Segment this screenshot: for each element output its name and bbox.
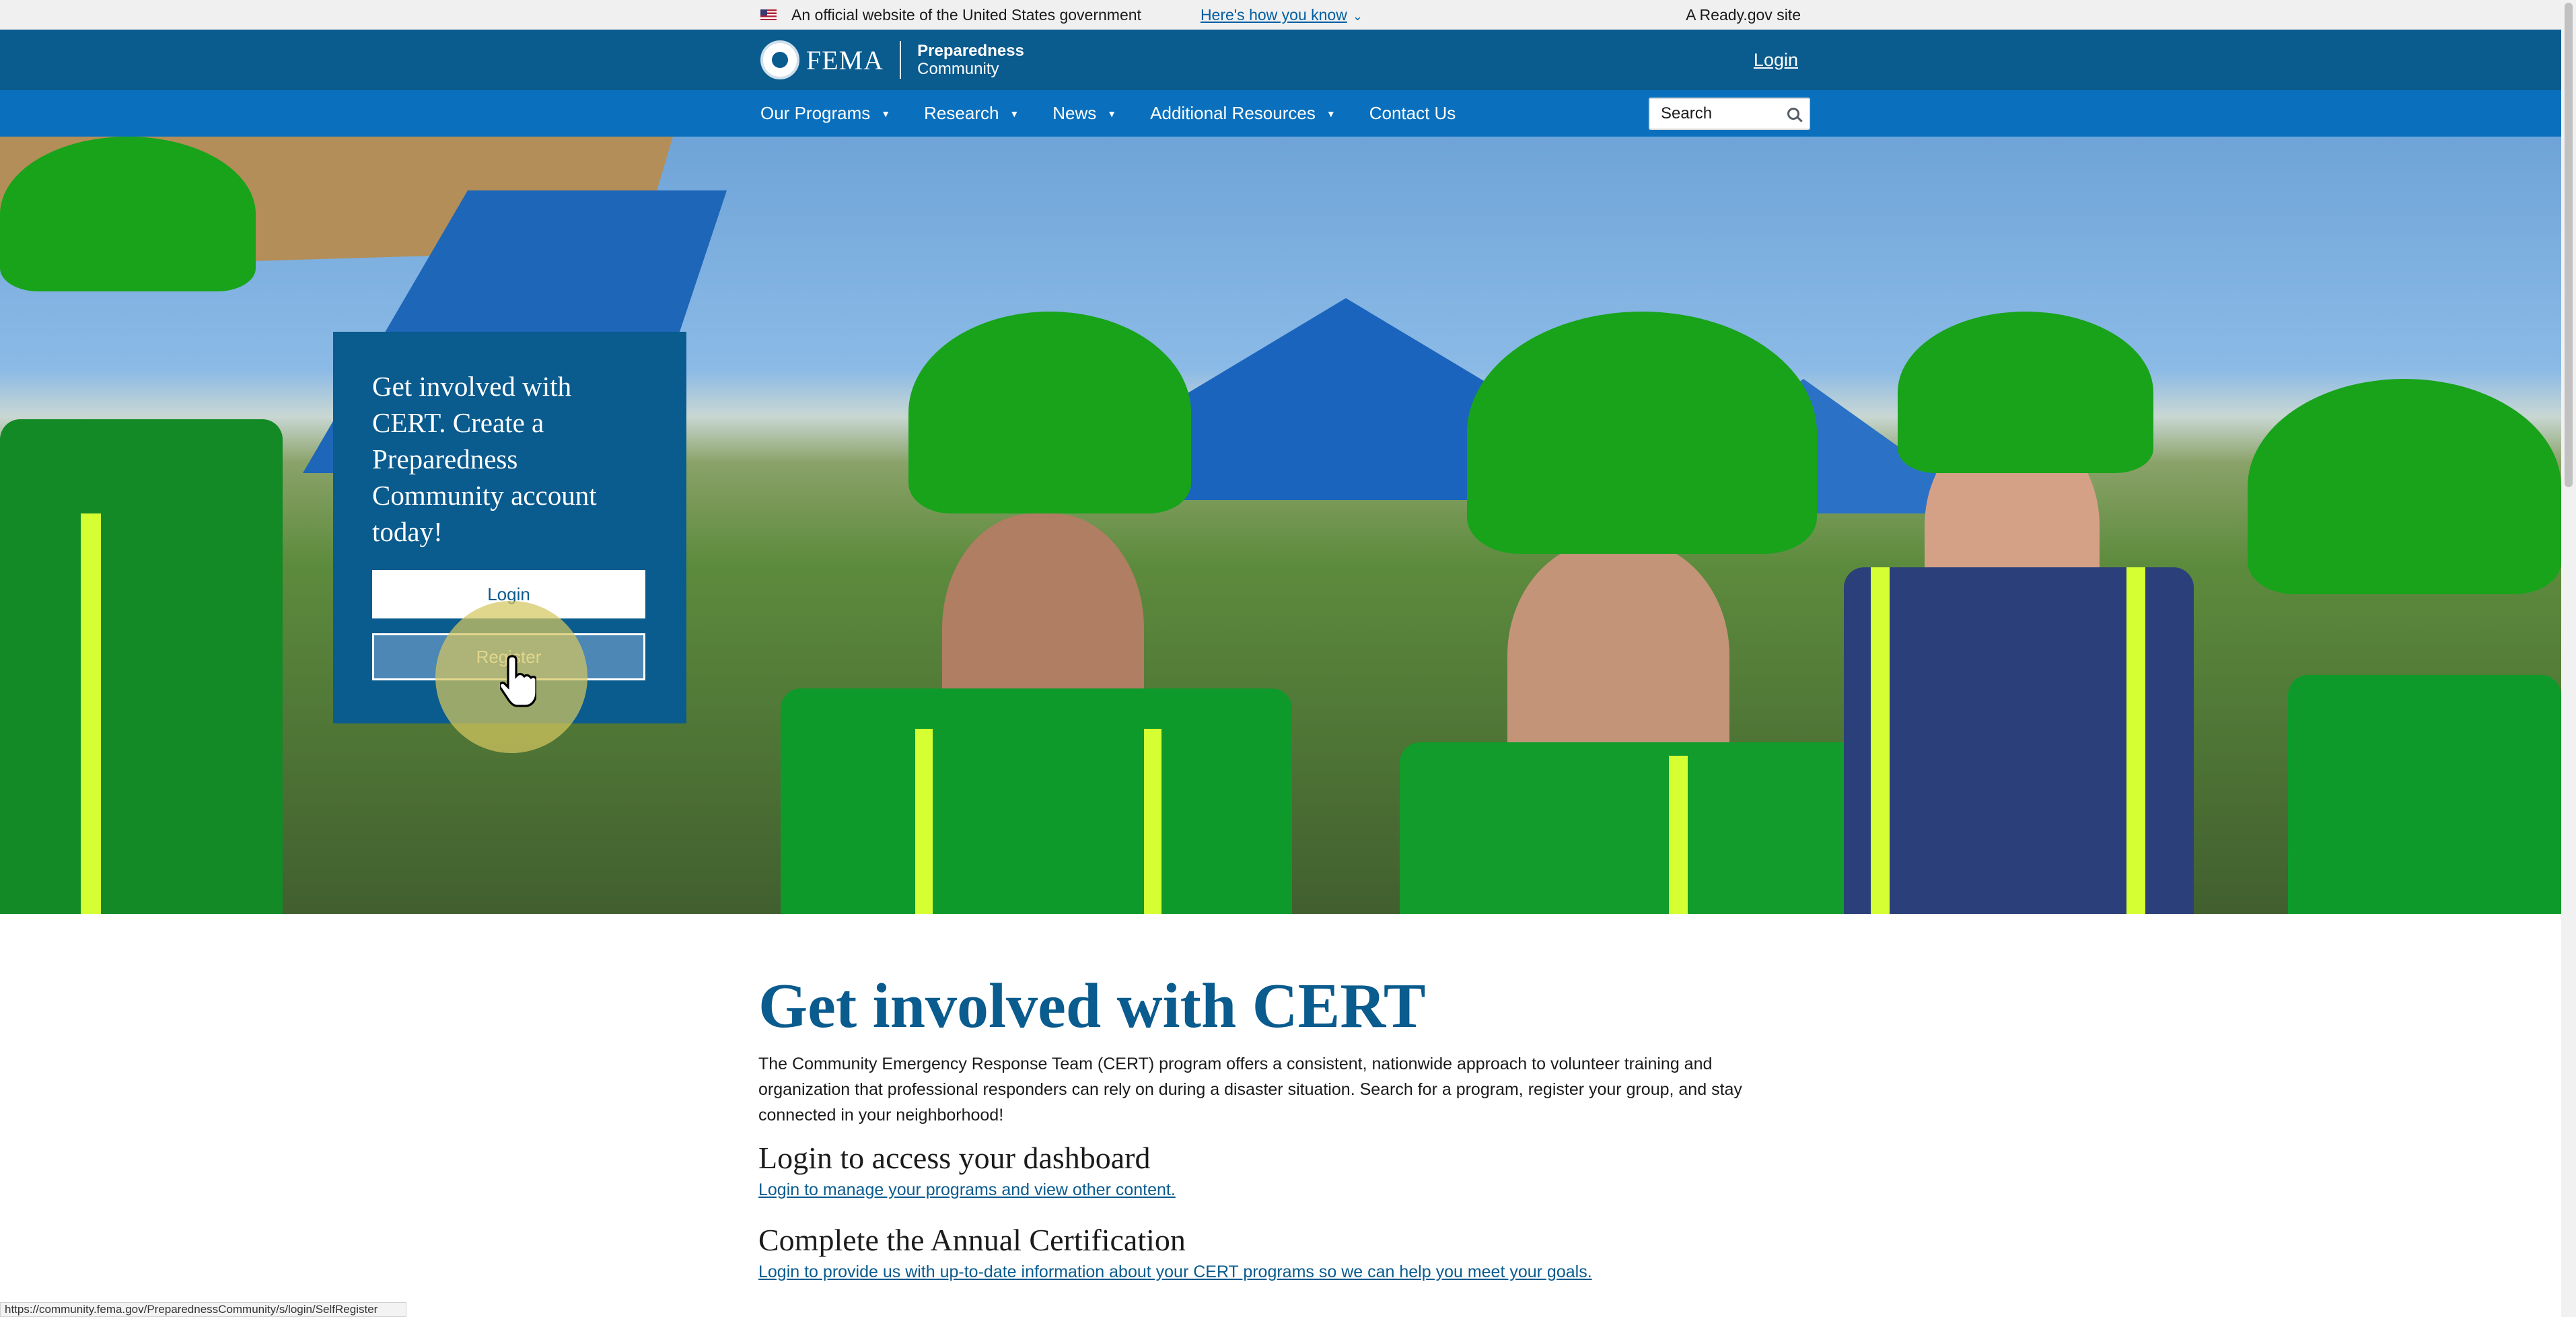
dhs-seal-icon[interactable] (760, 40, 799, 79)
how-you-know-link[interactable]: Here's how you know ⌄ (1201, 6, 1363, 24)
caret-down-icon[interactable]: ▼ (881, 108, 890, 119)
main-nav: Our Programs ▼ Research ▼ News ▼ Additional… (0, 90, 2561, 137)
hero-heading: Get involved with CERT. Create a Prepare… (372, 371, 597, 547)
caret-down-icon[interactable]: ▼ (1107, 108, 1116, 119)
dashboard-link[interactable]: Login to manage your programs and view o… (758, 1178, 1835, 1202)
main-content: Get involved with CERT The Community Eme… (758, 969, 1835, 1284)
dashboard-heading: Login to access your dashboard (758, 1141, 1151, 1175)
hero-banner: Get involved with CERT. Create a Prepare… (0, 137, 2561, 914)
nav-news[interactable]: News ▼ (1052, 103, 1116, 124)
nav-contact-us-label[interactable]: Contact Us (1369, 103, 1456, 124)
nav-research-label[interactable]: Research (924, 103, 999, 124)
site-name-line1[interactable]: Preparedness (917, 42, 1024, 60)
caret-down-icon[interactable]: ▼ (1326, 108, 1336, 119)
nav-additional-resources-label[interactable]: Additional Resources (1150, 103, 1316, 124)
nav-additional-resources[interactable]: Additional Resources ▼ (1150, 103, 1336, 124)
vertical-scrollbar[interactable] (2561, 0, 2576, 1317)
nav-our-programs-label[interactable]: Our Programs (760, 103, 870, 124)
gov-banner: An official website of the United States… (0, 0, 2561, 30)
nav-our-programs[interactable]: Our Programs ▼ (760, 103, 890, 124)
nav-research[interactable]: Research ▼ (924, 103, 1019, 124)
nav-news-label[interactable]: News (1052, 103, 1096, 124)
hero-cta-card: Get involved with CERT. Create a Prepare… (333, 332, 686, 753)
official-website-text: An official website of the United States… (791, 5, 1141, 24)
certification-link[interactable]: Login to provide us with up-to-date info… (758, 1260, 1835, 1284)
search-placeholder[interactable]: Search (1661, 104, 1787, 123)
logo-divider (900, 41, 902, 79)
certification-heading: Complete the Annual Certification (758, 1223, 1186, 1257)
nav-contact-us[interactable]: Contact Us (1369, 103, 1456, 124)
how-you-know-label[interactable]: Here's how you know (1201, 6, 1347, 24)
hero-login-button[interactable]: Login (372, 570, 645, 618)
hand-cursor-icon (500, 655, 536, 707)
intro-paragraph: The Community Emergency Response Team (C… (758, 1055, 1742, 1125)
site-header: FEMA Preparedness Community Login Our Pr… (0, 30, 2561, 137)
search-input[interactable]: Search (1649, 97, 1810, 130)
search-icon[interactable] (1787, 107, 1799, 120)
status-bar-url: https://community.fema.gov/PreparednessC… (0, 1302, 406, 1317)
site-name-line2[interactable]: Community (917, 60, 1024, 78)
site-name[interactable]: Preparedness Community (917, 42, 1024, 78)
ready-gov-text: A Ready.gov site (1686, 5, 1801, 24)
header-login-link[interactable]: Login (1754, 50, 1798, 71)
fema-logo[interactable]: FEMA (806, 44, 884, 76)
us-flag-icon (760, 9, 777, 20)
chevron-down-icon[interactable]: ⌄ (1353, 9, 1363, 24)
scrollbar-thumb[interactable] (2565, 3, 2573, 487)
page-title: Get involved with CERT (758, 971, 1426, 1041)
caret-down-icon[interactable]: ▼ (1009, 108, 1019, 119)
